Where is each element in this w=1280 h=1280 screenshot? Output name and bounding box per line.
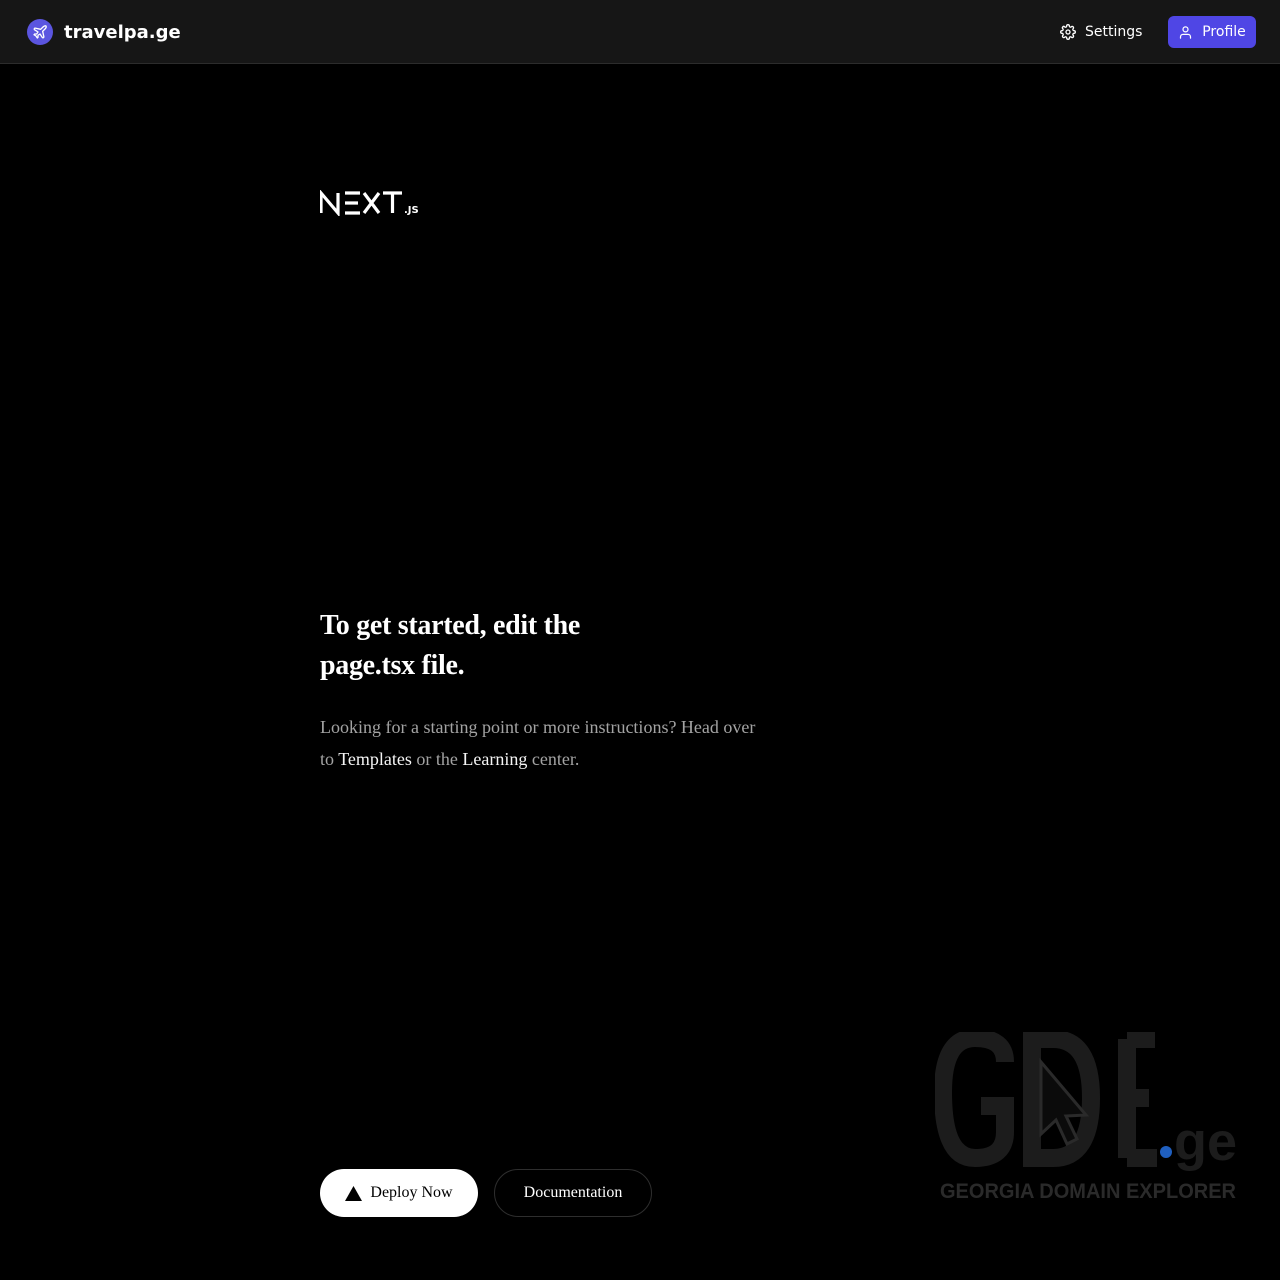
brand-link[interactable]: travelpa.ge: [27, 19, 181, 45]
page-heading: To get started, edit the page.tsx file.: [320, 610, 581, 681]
deploy-now-label: Deploy Now: [370, 1184, 453, 1201]
templates-link[interactable]: Templates: [338, 749, 412, 769]
vercel-triangle-icon: [345, 1185, 363, 1201]
nextjs-logo: .JS: [320, 190, 419, 216]
settings-button[interactable]: Settings: [1060, 20, 1142, 44]
gde-tagline: GEORGIA DOMAIN EXPLORER: [940, 1180, 1236, 1203]
profile-button[interactable]: Profile: [1168, 16, 1256, 48]
brand-name: travelpa.ge: [64, 21, 181, 43]
documentation-button[interactable]: Documentation: [494, 1169, 652, 1217]
svg-text:.JS: .JS: [404, 205, 419, 216]
gde-watermark-logo: ge GEORGIA DOMAIN EXPLORER: [935, 1032, 1237, 1203]
intro-text-end: center.: [527, 749, 580, 769]
gear-icon: [1060, 24, 1076, 40]
deploy-now-button[interactable]: Deploy Now: [320, 1169, 478, 1217]
learning-link[interactable]: Learning: [462, 749, 527, 769]
plane-icon: [27, 19, 53, 45]
svg-text:ge: ge: [1174, 1112, 1237, 1172]
intro-paragraph: Looking for a starting point or more ins…: [320, 711, 770, 775]
profile-label: Profile: [1202, 24, 1246, 40]
intro-text-middle: or the: [411, 749, 463, 769]
user-icon: [1178, 25, 1193, 40]
settings-label: Settings: [1085, 24, 1143, 40]
documentation-label: Documentation: [523, 1184, 623, 1201]
top-navbar: travelpa.ge Settings Profile: [0, 0, 1280, 64]
